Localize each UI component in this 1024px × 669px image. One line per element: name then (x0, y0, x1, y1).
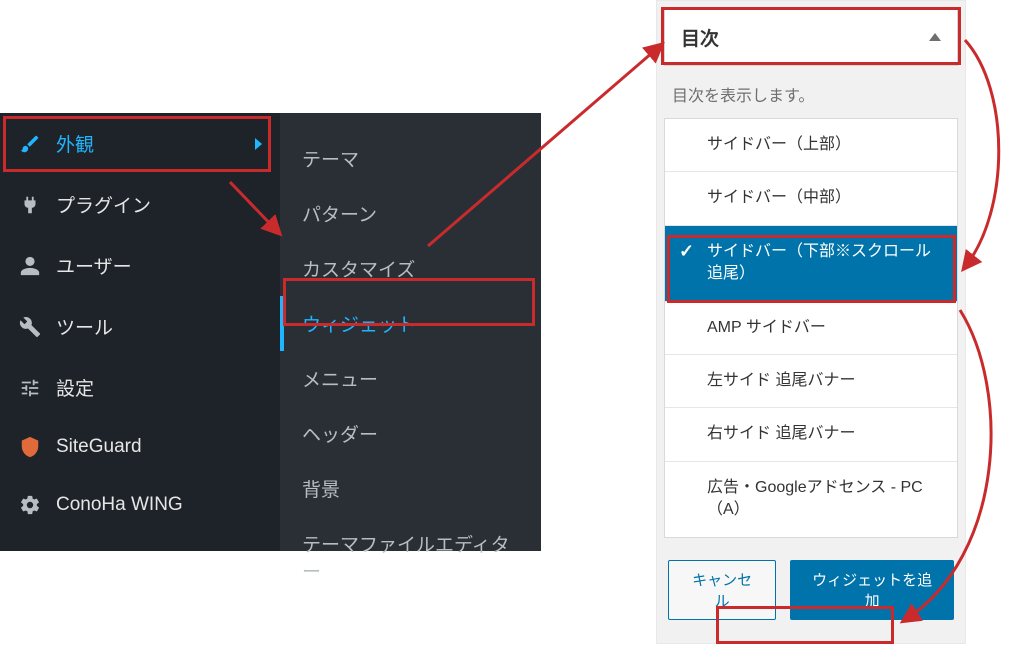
menu-item-plugins[interactable]: プラグイン (0, 174, 280, 235)
widget-area-item[interactable]: サイドバー（中部） (665, 172, 957, 225)
wp-admin-menu: 外観 プラグイン ユーザー ツール 設定 (0, 113, 541, 551)
user-icon (18, 254, 42, 278)
menu-item-label: ユーザー (56, 252, 262, 279)
submenu-customize[interactable]: カスタマイズ (280, 241, 541, 296)
wrench-icon (18, 315, 42, 339)
menu-item-label: 外観 (56, 130, 241, 157)
wp-admin-submenu: テーマ パターン カスタマイズ ウィジェット メニュー ヘッダー 背景 テーマフ… (280, 113, 541, 551)
cancel-button[interactable]: キャンセル (668, 560, 776, 620)
menu-item-label: ConoHa WING (56, 494, 262, 516)
menu-item-appearance[interactable]: 外観 (0, 113, 280, 174)
submenu-patterns[interactable]: パターン (280, 186, 541, 241)
widget-actions: キャンセル ウィジェットを追加 (664, 538, 958, 620)
submenu-widgets[interactable]: ウィジェット (280, 296, 541, 351)
menu-item-label: 設定 (56, 374, 262, 401)
shield-icon (18, 435, 42, 459)
widget-area-item[interactable]: 右サイド 追尾バナー (665, 408, 957, 461)
widget-title: 目次 (681, 24, 719, 51)
widget-area-item-selected[interactable]: サイドバー（下部※スクロール追尾） (665, 226, 957, 302)
submenu-menus[interactable]: メニュー (280, 351, 541, 406)
submenu-theme-file-editor[interactable]: テーマファイルエディター (280, 516, 541, 598)
chevron-right-icon (255, 138, 262, 150)
submenu-header[interactable]: ヘッダー (280, 406, 541, 461)
menu-item-users[interactable]: ユーザー (0, 235, 280, 296)
widget-area-item[interactable]: 広告・Googleアドセンス - PC（A） (665, 462, 957, 537)
gear-icon (18, 493, 42, 517)
menu-item-label: プラグイン (56, 191, 262, 218)
widget-chooser: 目次 目次を表示します。 サイドバー（上部） サイドバー（中部） サイドバー（下… (656, 0, 966, 644)
chevron-up-icon (929, 33, 941, 41)
menu-item-settings[interactable]: 設定 (0, 357, 280, 418)
add-widget-button[interactable]: ウィジェットを追加 (790, 560, 954, 620)
menu-item-tools[interactable]: ツール (0, 296, 280, 357)
wp-admin-primary-menu: 外観 プラグイン ユーザー ツール 設定 (0, 113, 280, 551)
plug-icon (18, 193, 42, 217)
sliders-icon (18, 376, 42, 400)
menu-item-label: ツール (56, 313, 262, 340)
menu-item-siteguard[interactable]: SiteGuard (0, 418, 280, 476)
widget-area-item[interactable]: 左サイド 追尾バナー (665, 355, 957, 408)
submenu-themes[interactable]: テーマ (280, 131, 541, 186)
widget-area-item[interactable]: AMP サイドバー (665, 302, 957, 355)
menu-item-conoha[interactable]: ConoHa WING (0, 476, 280, 534)
widget-header[interactable]: 目次 (664, 8, 958, 66)
widget-area-item[interactable]: サイドバー（上部） (665, 119, 957, 172)
menu-item-label: SiteGuard (56, 436, 262, 458)
submenu-background[interactable]: 背景 (280, 461, 541, 516)
widget-description: 目次を表示します。 (664, 66, 958, 118)
widget-area-list: サイドバー（上部） サイドバー（中部） サイドバー（下部※スクロール追尾） AM… (664, 118, 958, 538)
brush-icon (18, 132, 42, 156)
